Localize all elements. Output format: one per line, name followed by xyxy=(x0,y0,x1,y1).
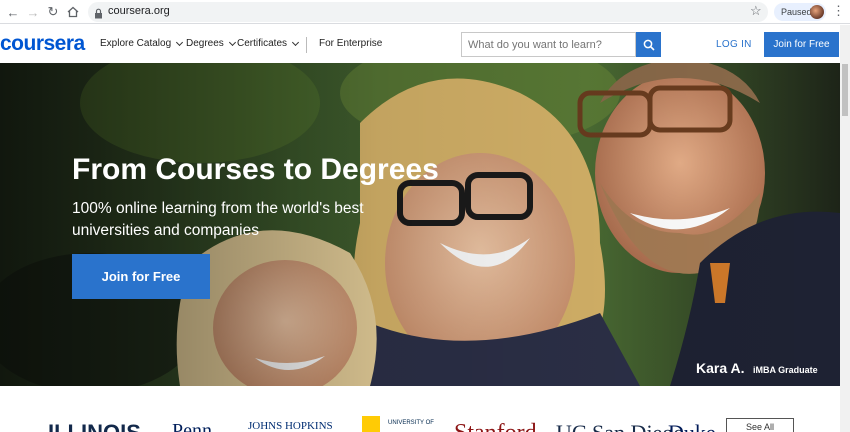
partner-logo[interactable]: Duke xyxy=(668,420,716,432)
search-icon xyxy=(643,39,655,51)
avatar xyxy=(810,5,824,19)
nav-label: Degrees xyxy=(186,38,224,49)
see-all-partners-button[interactable]: See All xyxy=(726,418,794,432)
search-input[interactable] xyxy=(461,32,636,57)
michigan-logo-icon xyxy=(362,416,380,432)
join-free-header-button[interactable]: Join for Free xyxy=(764,32,839,57)
lock-icon xyxy=(94,6,103,24)
partner-logos: ILLINOIS Penn JOHNS HOPKINS UNIVERSITY O… xyxy=(0,386,840,432)
nav-certificates[interactable]: Certificates xyxy=(237,38,300,49)
browser-menu-icon[interactable]: ⋮ xyxy=(832,3,845,19)
address-bar[interactable]: coursera.org xyxy=(88,2,768,22)
partner-logo[interactable]: JOHNS HOPKINS xyxy=(248,420,333,432)
nav-divider xyxy=(306,37,307,53)
partner-logo[interactable]: Penn xyxy=(172,420,212,432)
partner-logo[interactable]: UC San Diego xyxy=(556,420,684,432)
partner-logo[interactable]: UNIVERSITY OF xyxy=(388,420,434,426)
back-icon[interactable]: ← xyxy=(4,3,22,21)
nav-label: Explore Catalog xyxy=(100,38,172,49)
site-header: coursera Explore Catalog Degrees Certifi… xyxy=(0,25,840,63)
address-url: coursera.org xyxy=(108,5,170,17)
photo-caption: Kara A. iMBA Graduate xyxy=(696,360,818,378)
partner-logo[interactable]: ILLINOIS xyxy=(48,420,141,432)
scrollbar-thumb[interactable] xyxy=(842,64,848,116)
nav-degrees[interactable]: Degrees xyxy=(186,38,236,49)
hero-subtitle: 100% online learning from the world's be… xyxy=(72,200,364,239)
nav-label: Certificates xyxy=(237,38,288,49)
chevron-down-icon xyxy=(228,38,236,46)
nav-label: For Enterprise xyxy=(319,38,383,49)
caption-role: iMBA Graduate xyxy=(752,365,818,375)
profile-button[interactable]: Paused xyxy=(774,3,826,21)
forward-icon[interactable]: → xyxy=(24,3,42,21)
home-icon[interactable] xyxy=(64,3,82,21)
nav-for-enterprise[interactable]: For Enterprise xyxy=(319,38,382,49)
nav-explore-catalog[interactable]: Explore Catalog xyxy=(100,38,184,49)
join-free-hero-button[interactable]: Join for Free xyxy=(72,254,210,299)
hero-title: From Courses to Degrees xyxy=(72,153,439,186)
partner-logo[interactable]: Stanford xyxy=(454,420,537,432)
chevron-down-icon xyxy=(176,38,184,46)
login-link[interactable]: LOG IN xyxy=(716,39,752,50)
chevron-down-icon xyxy=(291,38,300,46)
hero-banner: From Courses to Degrees 100% online lear… xyxy=(0,63,840,386)
search-button[interactable] xyxy=(636,32,661,57)
profile-status: Paused xyxy=(781,7,812,17)
reload-icon[interactable]: ↻ xyxy=(44,3,62,21)
caption-name: Kara A. xyxy=(696,360,745,376)
coursera-logo[interactable]: coursera xyxy=(0,32,85,56)
bookmark-star-icon[interactable]: ☆ xyxy=(750,3,762,19)
browser-toolbar: ← → ↻ coursera.org ☆ Paused ⋮ xyxy=(0,0,850,24)
